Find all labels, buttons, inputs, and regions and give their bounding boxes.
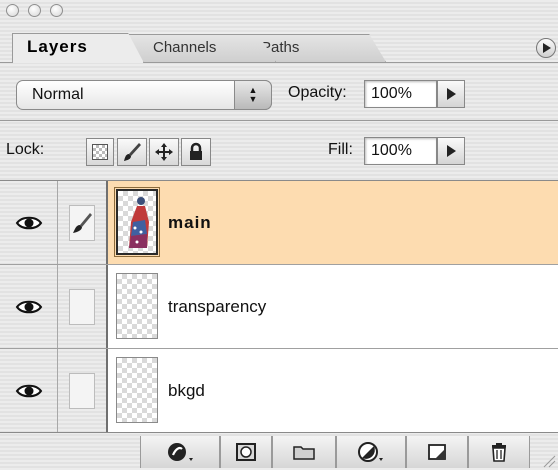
eye-icon <box>15 300 42 313</box>
layer-link-toggle[interactable] <box>58 349 108 432</box>
lock-image-pixels-icon <box>124 143 141 161</box>
opacity-value: 100% <box>371 85 412 102</box>
play-arrow-icon <box>543 43 551 53</box>
layer-link-toggle[interactable] <box>58 265 108 348</box>
tab-strip: Paths Channels Layers <box>0 22 558 63</box>
link-box <box>69 372 95 409</box>
panel-menu-button[interactable] <box>536 38 556 58</box>
opacity-field[interactable]: 100% <box>364 80 437 108</box>
zoom-window-button[interactable] <box>50 4 63 17</box>
layer-style-icon <box>168 443 193 461</box>
add-layer-mask-button[interactable] <box>220 436 272 468</box>
layer-link-toggle[interactable] <box>58 181 108 264</box>
layer-thumbnail <box>116 273 158 339</box>
close-window-button[interactable] <box>6 4 19 17</box>
blend-mode-select[interactable]: Normal ▲ ▼ <box>16 80 272 110</box>
layer-thumbnail <box>114 187 160 257</box>
tab-layers-label: Layers <box>27 37 88 56</box>
layer-style-button[interactable] <box>140 436 220 468</box>
lock-position-icon <box>155 143 173 161</box>
lock-row <box>0 120 558 178</box>
delete-layer-button[interactable] <box>468 436 530 468</box>
adjustment-layer-button[interactable] <box>336 436 406 468</box>
resize-grip-icon[interactable] <box>538 450 556 468</box>
title-bar <box>0 0 558 22</box>
layer-content: main <box>108 181 558 264</box>
tab-layers[interactable]: Layers <box>12 33 144 63</box>
layer-row-transparency[interactable]: transparency <box>0 265 558 349</box>
eye-icon <box>15 384 42 397</box>
lock-transparent-pixels-icon <box>92 144 108 160</box>
eye-icon <box>15 216 42 229</box>
new-layer-button[interactable] <box>406 436 468 468</box>
minimize-window-button[interactable] <box>28 4 41 17</box>
play-arrow-icon <box>446 88 456 100</box>
lock-image-pixels-button[interactable] <box>117 138 147 166</box>
adjustment-layer-icon <box>358 442 383 462</box>
link-box <box>69 204 95 241</box>
folder-icon <box>293 446 315 460</box>
visibility-toggle[interactable] <box>0 265 58 348</box>
lock-all-icon <box>190 142 202 160</box>
blend-mode-value: Normal <box>32 86 84 103</box>
paintbrush-icon <box>73 212 92 233</box>
lock-label: Lock: <box>6 141 45 158</box>
layer-content: transparency <box>108 265 558 348</box>
opacity-label: Opacity: <box>288 84 347 101</box>
layer-name[interactable]: bkgd <box>168 349 205 432</box>
figure-thumbnail-icon <box>129 197 149 248</box>
fill-label: Fill: <box>328 141 353 158</box>
trash-icon <box>492 443 506 462</box>
lock-position-button[interactable] <box>149 138 179 166</box>
layers-toolbar <box>0 432 558 470</box>
layer-content: bkgd <box>108 349 558 432</box>
visibility-toggle[interactable] <box>0 181 58 264</box>
layer-name[interactable]: transparency <box>168 265 266 348</box>
lock-all-button[interactable] <box>181 138 211 166</box>
play-arrow-icon <box>446 145 456 157</box>
fill-slider-button[interactable] <box>437 137 465 165</box>
new-layer-icon <box>428 444 446 460</box>
layer-thumbnail <box>116 357 158 423</box>
layer-name[interactable]: main <box>168 181 212 264</box>
layer-row-main[interactable]: main <box>0 181 558 265</box>
fill-value: 100% <box>371 142 412 159</box>
visibility-toggle[interactable] <box>0 349 58 432</box>
select-arrows-icon: ▲ ▼ <box>234 80 272 110</box>
fill-field[interactable]: 100% <box>364 137 437 165</box>
layer-row-bkgd[interactable]: bkgd <box>0 349 558 433</box>
tab-channels[interactable]: Channels <box>126 34 276 62</box>
new-group-button[interactable] <box>272 436 336 468</box>
opacity-slider-button[interactable] <box>437 80 465 108</box>
link-box <box>69 288 95 325</box>
layer-mask-icon <box>236 443 256 461</box>
layers-list: main transparency bkgd <box>0 180 558 433</box>
tab-channels-label: Channels <box>153 39 217 56</box>
lock-transparent-pixels-button[interactable] <box>86 138 114 166</box>
